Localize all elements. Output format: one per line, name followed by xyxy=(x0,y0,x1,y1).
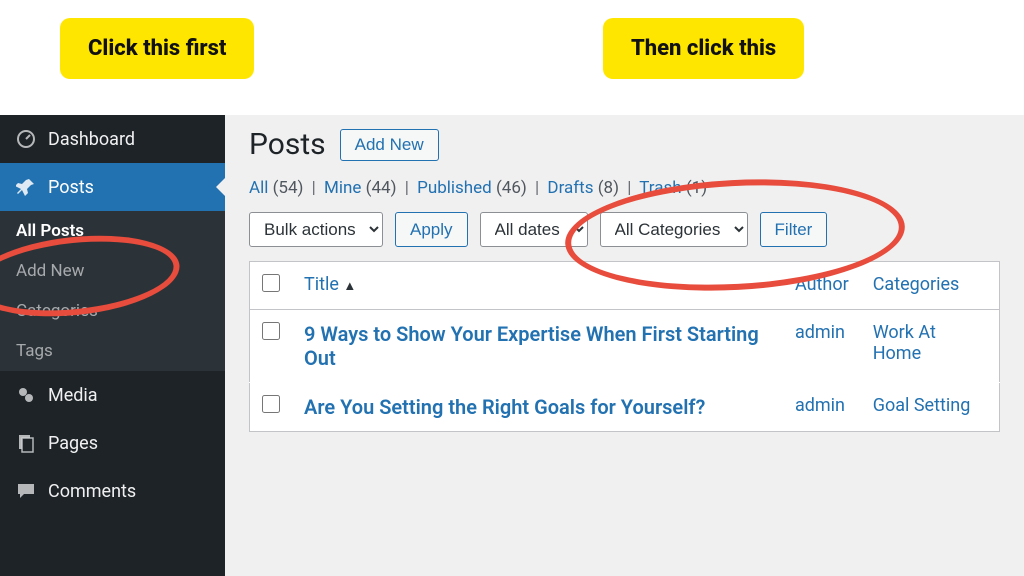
sidebar-item-comments[interactable]: Comments xyxy=(0,467,225,515)
filter-published[interactable]: Published xyxy=(417,178,492,198)
post-title-link[interactable]: Are You Setting the Right Goals for Your… xyxy=(304,395,771,419)
dashboard-icon xyxy=(14,127,38,151)
col-title[interactable]: Title ▲ xyxy=(292,262,783,310)
sidebar-item-dashboard[interactable]: Dashboard xyxy=(0,115,225,163)
bulk-actions-select[interactable]: Bulk actions xyxy=(249,212,383,247)
sort-icon: ▲ xyxy=(343,279,356,294)
annotation-callout-2: Then click this xyxy=(603,18,804,79)
filter-button[interactable]: Filter xyxy=(760,212,828,247)
annotation-callout-1: Click this first xyxy=(60,18,254,79)
main-content: Posts Add New All (54) | Mine (44) | Pub… xyxy=(225,115,1024,576)
admin-sidebar: Dashboard Posts All Posts Add New Catego… xyxy=(0,115,225,576)
media-icon xyxy=(14,383,38,407)
submenu-categories[interactable]: Categories xyxy=(0,291,225,331)
filter-drafts[interactable]: Drafts xyxy=(547,178,593,198)
page-title: Posts xyxy=(249,127,326,162)
table-row: Are You Setting the Right Goals for Your… xyxy=(250,383,1000,432)
posts-table: Title ▲ Author Categories 9 Ways to Show… xyxy=(249,261,1000,432)
comments-icon xyxy=(14,479,38,503)
sidebar-item-label: Comments xyxy=(48,481,136,502)
sidebar-item-label: Media xyxy=(48,385,98,406)
post-category-link[interactable]: Work At Home xyxy=(873,322,936,364)
sidebar-item-posts[interactable]: Posts xyxy=(0,163,225,211)
table-row: 9 Ways to Show Your Expertise When First… xyxy=(250,310,1000,383)
posts-submenu: All Posts Add New Categories Tags xyxy=(0,211,225,371)
sidebar-item-media[interactable]: Media xyxy=(0,371,225,419)
submenu-all-posts[interactable]: All Posts xyxy=(0,211,225,251)
row-checkbox[interactable] xyxy=(262,395,280,413)
col-categories[interactable]: Categories xyxy=(861,262,1000,310)
post-author-link[interactable]: admin xyxy=(795,322,845,343)
pin-icon xyxy=(14,175,38,199)
filter-mine[interactable]: Mine xyxy=(324,178,361,198)
filter-trash[interactable]: Trash xyxy=(639,178,681,198)
post-category-link[interactable]: Goal Setting xyxy=(873,395,971,416)
dates-select[interactable]: All dates xyxy=(480,212,588,247)
add-new-button[interactable]: Add New xyxy=(340,129,439,161)
submenu-add-new[interactable]: Add New xyxy=(0,251,225,291)
post-title-link[interactable]: 9 Ways to Show Your Expertise When First… xyxy=(304,322,771,370)
sidebar-item-label: Pages xyxy=(48,433,98,454)
sidebar-item-pages[interactable]: Pages xyxy=(0,419,225,467)
sidebar-item-label: Dashboard xyxy=(48,129,135,150)
apply-button[interactable]: Apply xyxy=(395,212,468,247)
submenu-tags[interactable]: Tags xyxy=(0,331,225,371)
col-author[interactable]: Author xyxy=(783,262,861,310)
select-all-checkbox[interactable] xyxy=(262,274,280,292)
categories-select[interactable]: All Categories xyxy=(600,212,748,247)
row-checkbox[interactable] xyxy=(262,322,280,340)
pages-icon xyxy=(14,431,38,455)
sidebar-item-label: Posts xyxy=(48,177,94,198)
post-author-link[interactable]: admin xyxy=(795,395,845,416)
filter-all[interactable]: All xyxy=(249,178,268,198)
status-filter-links: All (54) | Mine (44) | Published (46) | … xyxy=(249,178,1000,198)
